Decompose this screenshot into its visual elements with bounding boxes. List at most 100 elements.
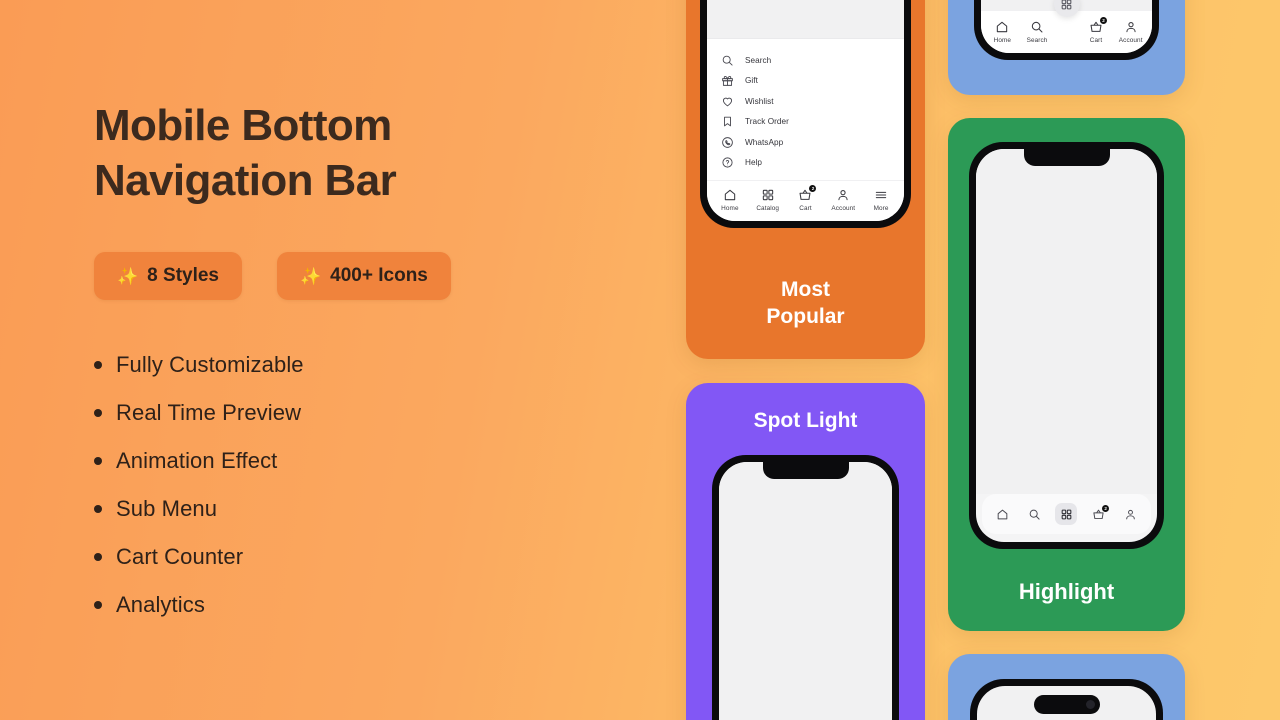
account-icon	[836, 188, 850, 202]
bullet-icon	[94, 505, 102, 513]
showcase-card-most-popular[interactable]: Search Gift Wishlist Track Order WhatsAp…	[686, 0, 925, 359]
showcase-card-highlight[interactable]: 2 Highlight	[948, 118, 1185, 631]
showcase-card-blue-bottom[interactable]	[948, 654, 1185, 720]
screen-content-area	[976, 149, 1157, 494]
bullet-icon	[94, 409, 102, 417]
sparkles-icon: ✨	[117, 266, 139, 286]
phone-screen: Home Search 2 Cart Account	[981, 0, 1152, 53]
feature-label: Cart Counter	[116, 544, 244, 569]
hero-section: Mobile Bottom Navigation Bar ✨ 8 Styles …	[94, 98, 654, 640]
search-icon	[1028, 508, 1041, 521]
card-title-highlight: Highlight	[1018, 579, 1115, 604]
nav-label: Home	[993, 37, 1012, 44]
dynamic-island	[1033, 695, 1100, 714]
showcase-card-spot-light[interactable]: Spot Light	[686, 383, 925, 720]
showcase-card-blue-top[interactable]: Home Search 2 Cart Account	[948, 0, 1185, 95]
help-icon	[721, 156, 734, 169]
phone-mockup: 2	[969, 142, 1164, 549]
nav-item-search[interactable]: Search	[1020, 20, 1055, 44]
home-icon	[995, 20, 1009, 34]
nav-item-account[interactable]	[1120, 503, 1142, 525]
list-item: Analytics	[94, 592, 654, 618]
bullet-icon	[94, 361, 102, 369]
screen-content-area	[707, 0, 904, 38]
list-item: Fully Customizable	[94, 352, 654, 378]
bottom-navigation-bar: Home Catalog 2 Cart Account More	[707, 180, 904, 221]
sub-menu-label: Gift	[745, 76, 758, 85]
sub-menu-item-wishlist[interactable]: Wishlist	[721, 91, 904, 111]
sparkles-icon: ✨	[300, 266, 322, 286]
nav-item-more[interactable]: More	[862, 188, 900, 212]
nav-item-home[interactable]	[991, 503, 1013, 525]
notch	[1023, 149, 1110, 166]
grid-icon	[1060, 508, 1073, 521]
feature-label: Animation Effect	[116, 448, 278, 473]
bookmark-icon	[721, 115, 734, 128]
sub-menu-label: Wishlist	[745, 96, 774, 106]
home-icon	[723, 188, 737, 202]
nav-label: More	[873, 205, 889, 212]
list-item: Sub Menu	[94, 496, 654, 522]
phone-screen	[977, 686, 1156, 720]
grid-icon	[761, 188, 775, 202]
nav-item-search[interactable]	[1023, 503, 1045, 525]
bottom-navigation-bar: Home Search 2 Cart Account	[981, 0, 1152, 53]
nav-item-account[interactable]: Account	[824, 188, 862, 212]
nav-label: Home	[721, 205, 739, 212]
badge-icons[interactable]: ✨ 400+ Icons	[277, 252, 451, 300]
sub-menu-item-whatsapp[interactable]: WhatsApp	[721, 132, 904, 152]
home-icon	[996, 508, 1009, 521]
nav-item-cart[interactable]: 2 Cart	[1079, 17, 1114, 44]
badge-icons-label: 400+ Icons	[330, 265, 428, 286]
floating-action-button[interactable]	[1053, 0, 1080, 17]
nav-label: Catalog	[756, 205, 780, 212]
phone-mockup	[970, 679, 1163, 720]
card-title-most-popular: Most Popular	[766, 278, 845, 329]
screen-content-area	[719, 462, 892, 720]
nav-item-account[interactable]: Account	[1113, 20, 1148, 44]
list-item: Real Time Preview	[94, 400, 654, 426]
sub-menu-item-track-order[interactable]: Track Order	[721, 112, 904, 132]
cart-counter-badge: 2	[1102, 504, 1110, 512]
sub-menu-label: WhatsApp	[745, 137, 784, 147]
sub-menu-item-gift[interactable]: Gift	[721, 71, 904, 91]
nav-label: Search	[1026, 37, 1048, 44]
nav-item-home[interactable]: Home	[711, 188, 749, 212]
search-icon	[721, 54, 734, 67]
nav-label: Cart	[799, 205, 812, 212]
sub-menu-item-help[interactable]: Help	[721, 153, 904, 173]
nav-item-catalog-active[interactable]	[1055, 503, 1078, 525]
grid-icon	[1053, 0, 1080, 17]
bullet-icon	[94, 601, 102, 609]
search-icon	[1030, 20, 1044, 34]
feature-label: Real Time Preview	[116, 400, 302, 425]
nav-item-cart[interactable]: 2 Cart	[787, 185, 825, 212]
nav-label: Account	[831, 205, 856, 212]
account-icon	[1124, 20, 1138, 34]
sub-menu-label: Track Order	[745, 117, 789, 126]
sub-menu-label: Search	[745, 55, 772, 65]
nav-item-cart[interactable]: 2	[1088, 503, 1110, 525]
badge-styles[interactable]: ✨ 8 Styles	[94, 252, 242, 300]
phone-mockup: Search Gift Wishlist Track Order WhatsAp…	[700, 0, 911, 228]
cart-icon: 2	[1092, 504, 1110, 521]
menu-icon	[874, 188, 888, 202]
cart-icon: 2	[798, 185, 817, 202]
sub-menu-sheet: Search Gift Wishlist Track Order WhatsAp…	[707, 38, 904, 180]
feature-label: Analytics	[116, 592, 205, 617]
phone-screen: 2	[976, 149, 1157, 542]
cart-icon: 2	[1089, 17, 1107, 34]
feature-list: Fully Customizable Real Time Preview Ani…	[94, 352, 654, 618]
account-icon	[1124, 508, 1137, 521]
cart-counter-badge: 2	[1100, 17, 1107, 24]
sub-menu-label: Help	[745, 158, 763, 167]
nav-item-home[interactable]: Home	[985, 20, 1020, 44]
nav-label: Account	[1118, 37, 1143, 44]
page-title: Mobile Bottom Navigation Bar	[94, 101, 397, 205]
sub-menu-item-search[interactable]: Search	[721, 50, 904, 70]
list-item: Animation Effect	[94, 448, 654, 474]
bullet-icon	[94, 553, 102, 561]
whatsapp-icon	[721, 136, 734, 149]
feature-label: Sub Menu	[116, 496, 218, 521]
nav-item-catalog[interactable]: Catalog	[749, 188, 787, 212]
